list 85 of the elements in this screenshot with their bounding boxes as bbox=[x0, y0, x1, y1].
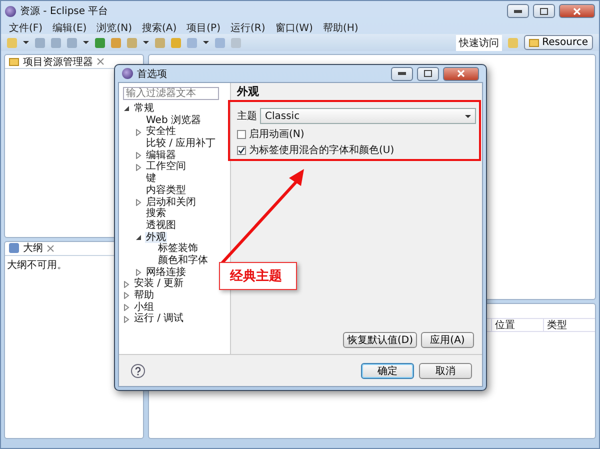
expanded-icon[interactable] bbox=[135, 234, 142, 241]
eclipse-logo-icon bbox=[122, 68, 133, 79]
close-icon bbox=[457, 70, 465, 77]
quick-access-field[interactable]: 快速访问 bbox=[456, 34, 502, 50]
menu-item[interactable]: 帮助(H) bbox=[322, 20, 358, 34]
collapsed-icon[interactable] bbox=[135, 198, 142, 206]
tree-item[interactable]: 编辑器 bbox=[145, 150, 177, 162]
caret-icon[interactable] bbox=[23, 41, 29, 44]
tree-item[interactable]: 安装 / 更新 bbox=[133, 278, 185, 290]
minimize-icon bbox=[398, 72, 406, 75]
collapsed-icon[interactable] bbox=[135, 128, 142, 136]
maximize-button[interactable] bbox=[533, 4, 555, 18]
close-button[interactable] bbox=[559, 4, 595, 18]
perspective-button[interactable]: Resource bbox=[524, 35, 593, 50]
close-icon bbox=[573, 8, 581, 14]
tree-item[interactable]: 标签装饰 bbox=[157, 243, 199, 255]
menu-item[interactable]: 项目(P) bbox=[186, 20, 220, 34]
tree-item[interactable]: 启动和关闭 bbox=[145, 196, 197, 208]
theme-label: 主题 bbox=[237, 110, 257, 123]
collapsed-icon[interactable] bbox=[123, 316, 130, 323]
tree-item[interactable]: 帮助 bbox=[133, 290, 155, 302]
dialog-button[interactable]: 确定 bbox=[361, 362, 414, 378]
collapsed-icon[interactable] bbox=[123, 280, 130, 288]
maximize-icon bbox=[424, 70, 432, 77]
expanded-icon[interactable] bbox=[123, 105, 130, 112]
tree-item[interactable]: 颜色和字体 bbox=[157, 254, 209, 267]
close-icon[interactable] bbox=[97, 58, 104, 65]
menu-item[interactable]: 浏览(N) bbox=[96, 20, 132, 34]
theme-dropdown[interactable]: Classic bbox=[260, 108, 476, 124]
menu-item[interactable]: 搜索(A) bbox=[142, 20, 177, 34]
checkbox[interactable] bbox=[237, 146, 246, 154]
tree-item[interactable]: 搜索 bbox=[145, 208, 167, 220]
tree-item[interactable]: 常规 bbox=[133, 103, 155, 115]
menu-item[interactable]: 编辑(E) bbox=[52, 20, 87, 34]
folder-icon bbox=[9, 58, 19, 66]
tree-item[interactable]: Web 浏览器 bbox=[145, 114, 202, 126]
tree-item[interactable]: 比较 / 应用补丁 bbox=[145, 138, 217, 150]
checkbox-label: 为标签使用混合的字体和颜色(U) bbox=[249, 144, 394, 157]
caret-icon[interactable] bbox=[203, 41, 209, 44]
caret-icon bbox=[465, 114, 471, 118]
menu-item[interactable]: 文件(F) bbox=[9, 20, 43, 34]
menu-item[interactable]: 窗口(W) bbox=[275, 20, 313, 34]
collapsed-icon[interactable] bbox=[135, 268, 142, 276]
collapsed-icon[interactable] bbox=[123, 292, 130, 300]
minimize-button[interactable] bbox=[391, 66, 413, 80]
outline-message: 大纲不可用。 bbox=[6, 258, 68, 273]
close-icon[interactable] bbox=[47, 244, 54, 252]
caret-icon[interactable] bbox=[143, 41, 149, 44]
collapsed-icon[interactable] bbox=[123, 304, 130, 312]
column-header[interactable]: 类型 bbox=[543, 318, 595, 332]
tree-item[interactable]: 内容类型 bbox=[145, 184, 187, 197]
collapsed-icon[interactable] bbox=[135, 164, 142, 171]
tree-item[interactable]: 网络连接 bbox=[145, 266, 187, 278]
collapsed-icon[interactable] bbox=[135, 152, 142, 160]
maximize-icon bbox=[540, 8, 548, 14]
minimize-button[interactable] bbox=[507, 4, 529, 18]
tree-item[interactable]: 外观 bbox=[145, 232, 167, 244]
folder-icon bbox=[529, 38, 540, 46]
tree-item[interactable]: 小组 bbox=[133, 302, 155, 314]
tree-item[interactable]: 运行 / 调试 bbox=[133, 313, 185, 326]
tree-item[interactable]: 工作空间 bbox=[145, 161, 187, 174]
checkbox-label: 启用动画(N) bbox=[249, 128, 304, 141]
caret-icon[interactable] bbox=[83, 41, 89, 44]
annotation-label: 经典主题 bbox=[219, 262, 297, 290]
tree-item[interactable]: 键 bbox=[145, 173, 157, 185]
tree-item[interactable]: 安全性 bbox=[145, 126, 177, 138]
maximize-button[interactable] bbox=[417, 66, 439, 80]
pane-tab[interactable]: 大纲 bbox=[23, 241, 43, 256]
pane-tab[interactable]: 项目资源管理器 bbox=[23, 54, 93, 68]
page-button[interactable]: 应用(A) bbox=[421, 332, 474, 348]
page-button[interactable]: 恢复默认值(D) bbox=[343, 332, 417, 348]
dialog-button[interactable]: 取消 bbox=[419, 362, 472, 378]
tree-item[interactable]: 透视图 bbox=[145, 220, 177, 232]
checkbox[interactable] bbox=[237, 130, 246, 138]
menu-item[interactable]: 运行(R) bbox=[230, 20, 266, 34]
check-icon bbox=[238, 146, 245, 154]
minimize-icon bbox=[514, 10, 522, 12]
help-icon[interactable] bbox=[131, 364, 145, 378]
window-title: 资源 - Eclipse 平台 bbox=[20, 4, 110, 18]
eclipse-logo-icon bbox=[5, 6, 16, 16]
dialog-title: 首选项 bbox=[137, 68, 168, 80]
column-header[interactable]: 位置 bbox=[491, 318, 543, 332]
outline-icon bbox=[9, 243, 19, 254]
page-title: 外观 bbox=[237, 84, 260, 99]
close-button[interactable] bbox=[443, 66, 479, 80]
